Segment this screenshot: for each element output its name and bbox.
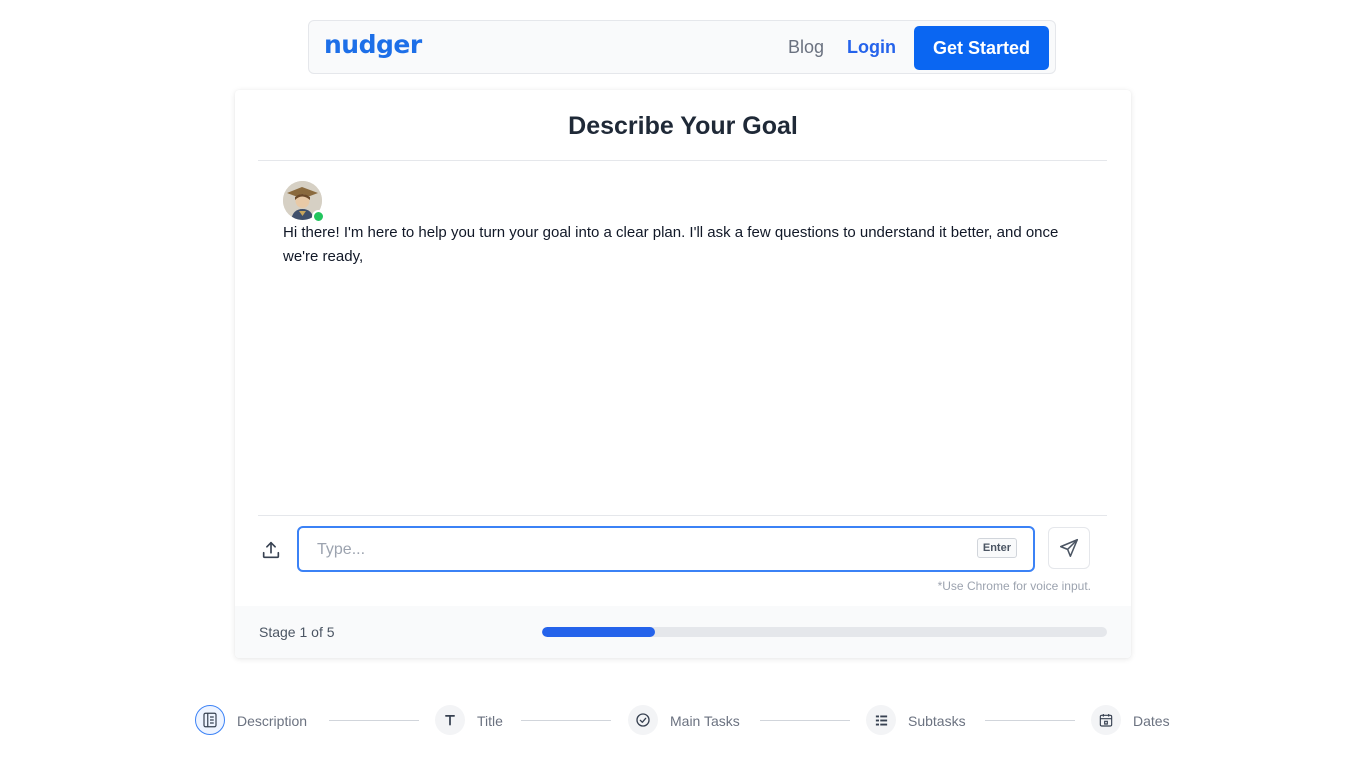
step-main-tasks-label[interactable]: Main Tasks bbox=[670, 713, 740, 729]
enter-key-hint: Enter bbox=[976, 538, 1017, 558]
nav-blog-link[interactable]: Blog bbox=[788, 37, 824, 58]
check-circle-icon[interactable] bbox=[628, 705, 658, 735]
calendar-icon[interactable] bbox=[1091, 705, 1121, 735]
step-connector bbox=[760, 720, 850, 721]
step-subtasks-label[interactable]: Subtasks bbox=[908, 713, 966, 729]
step-description-label[interactable]: Description bbox=[237, 713, 307, 729]
upload-button[interactable] bbox=[257, 536, 285, 564]
send-button[interactable] bbox=[1048, 527, 1090, 569]
send-icon bbox=[1059, 538, 1079, 558]
stepper: Description Title Main Tasks Subtasks Da… bbox=[0, 705, 1366, 737]
header-divider bbox=[258, 160, 1107, 161]
page-title: Describe Your Goal bbox=[568, 112, 798, 140]
message-input-wrapper: Enter bbox=[297, 526, 1035, 572]
voice-input-note: *Use Chrome for voice input. bbox=[937, 579, 1091, 593]
title-icon[interactable] bbox=[435, 705, 465, 735]
step-connector bbox=[329, 720, 419, 721]
description-icon[interactable] bbox=[195, 705, 225, 735]
step-title-label[interactable]: Title bbox=[477, 713, 503, 729]
stage-label: Stage 1 of 5 bbox=[259, 624, 335, 640]
nav-login-link[interactable]: Login bbox=[847, 37, 896, 58]
progress-fill bbox=[542, 627, 655, 637]
bot-message: Hi there! I'm here to help you turn your… bbox=[283, 224, 1059, 265]
composer-divider bbox=[258, 515, 1107, 516]
get-started-button[interactable]: Get Started bbox=[914, 26, 1049, 70]
stage-progress-bar: Stage 1 of 5 bbox=[235, 606, 1131, 658]
progress-track bbox=[542, 627, 1107, 637]
top-navbar: nudger Blog Login Get Started bbox=[308, 20, 1056, 74]
logo[interactable]: nudger bbox=[324, 30, 422, 59]
list-icon[interactable] bbox=[866, 705, 896, 735]
step-dates-label[interactable]: Dates bbox=[1133, 713, 1170, 729]
message-input[interactable] bbox=[315, 537, 959, 563]
upload-icon bbox=[262, 541, 280, 559]
step-connector bbox=[521, 720, 611, 721]
step-connector bbox=[985, 720, 1075, 721]
goal-chat-card: Describe Your Goal Hi there! I'm here to… bbox=[235, 90, 1131, 658]
